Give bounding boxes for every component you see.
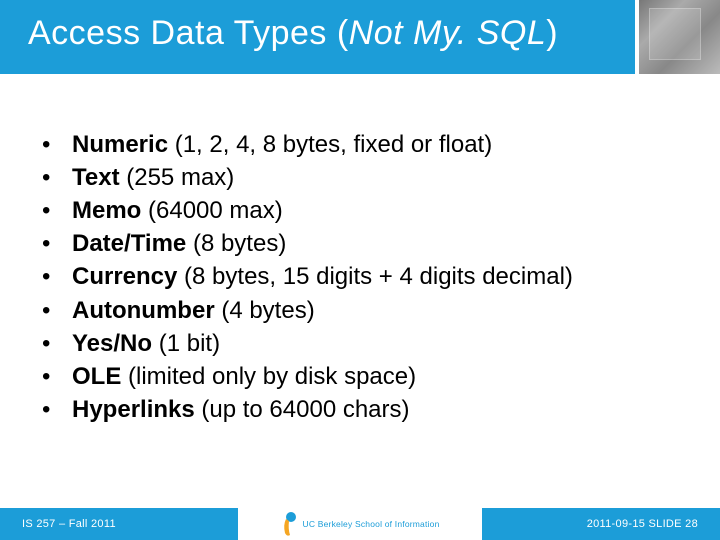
item-bold: OLE (72, 363, 121, 390)
item-rest: (8 bytes) (186, 230, 286, 257)
item-bold: Hyperlinks (72, 396, 195, 423)
footer: IS 257 – Fall 2011 UC Berkeley School of… (0, 508, 720, 540)
item-bold: Numeric (72, 131, 168, 158)
footer-logo-area: UC Berkeley School of Information (238, 508, 482, 540)
item-rest: (limited only by disk space) (121, 363, 416, 390)
list-item: Date/Time (8 bytes) (34, 227, 700, 260)
slide-body: Numeric (1, 2, 4, 8 bytes, fixed or floa… (34, 128, 700, 426)
list-item: Yes/No (1 bit) (34, 327, 700, 360)
list-item: Autonumber (4 bytes) (34, 294, 700, 327)
list-item: Currency (8 bytes, 15 digits + 4 digits … (34, 260, 700, 293)
decorative-photo (635, 0, 720, 74)
item-bold: Currency (72, 263, 177, 290)
title-bar: Access Data Types (Not My. SQL) (0, 0, 720, 74)
course-label: IS 257 – Fall 2011 (22, 518, 116, 530)
item-rest: (1 bit) (152, 330, 220, 357)
list-item: Memo (64000 max) (34, 194, 700, 227)
list-item: Numeric (1, 2, 4, 8 bytes, fixed or floa… (34, 128, 700, 161)
item-bold: Text (72, 164, 120, 191)
list-item: Text (255 max) (34, 161, 700, 194)
item-rest: (1, 2, 4, 8 bytes, fixed or float) (168, 131, 492, 158)
list-item: OLE (limited only by disk space) (34, 360, 700, 393)
list-item: Hyperlinks (up to 64000 chars) (34, 393, 700, 426)
item-bold: Memo (72, 197, 141, 224)
title-plain: Access Data Types ( (28, 14, 349, 52)
title-italic: Not My. SQL (349, 14, 547, 52)
item-rest: (64000 max) (141, 197, 282, 224)
slide-title: Access Data Types (Not My. SQL) (28, 14, 558, 53)
item-rest: (255 max) (120, 164, 235, 191)
logo-icon (281, 511, 299, 537)
item-bold: Yes/No (72, 330, 152, 357)
item-rest: (8 bytes, 15 digits + 4 digits decimal) (177, 263, 573, 290)
item-rest: (up to 64000 chars) (195, 396, 410, 423)
logo-text: UC Berkeley School of Information (303, 520, 440, 529)
title-close: ) (546, 14, 558, 52)
footer-left: IS 257 – Fall 2011 (0, 508, 238, 540)
slide-date-number: 2011-09-15 SLIDE 28 (587, 518, 698, 530)
logo-line1: UC Berkeley School of Information (303, 520, 440, 529)
bullet-list: Numeric (1, 2, 4, 8 bytes, fixed or floa… (34, 128, 700, 426)
item-bold: Date/Time (72, 230, 186, 257)
item-bold: Autonumber (72, 297, 215, 324)
berkeley-logo: UC Berkeley School of Information (281, 511, 440, 537)
item-rest: (4 bytes) (215, 297, 315, 324)
footer-right: 2011-09-15 SLIDE 28 (482, 508, 720, 540)
